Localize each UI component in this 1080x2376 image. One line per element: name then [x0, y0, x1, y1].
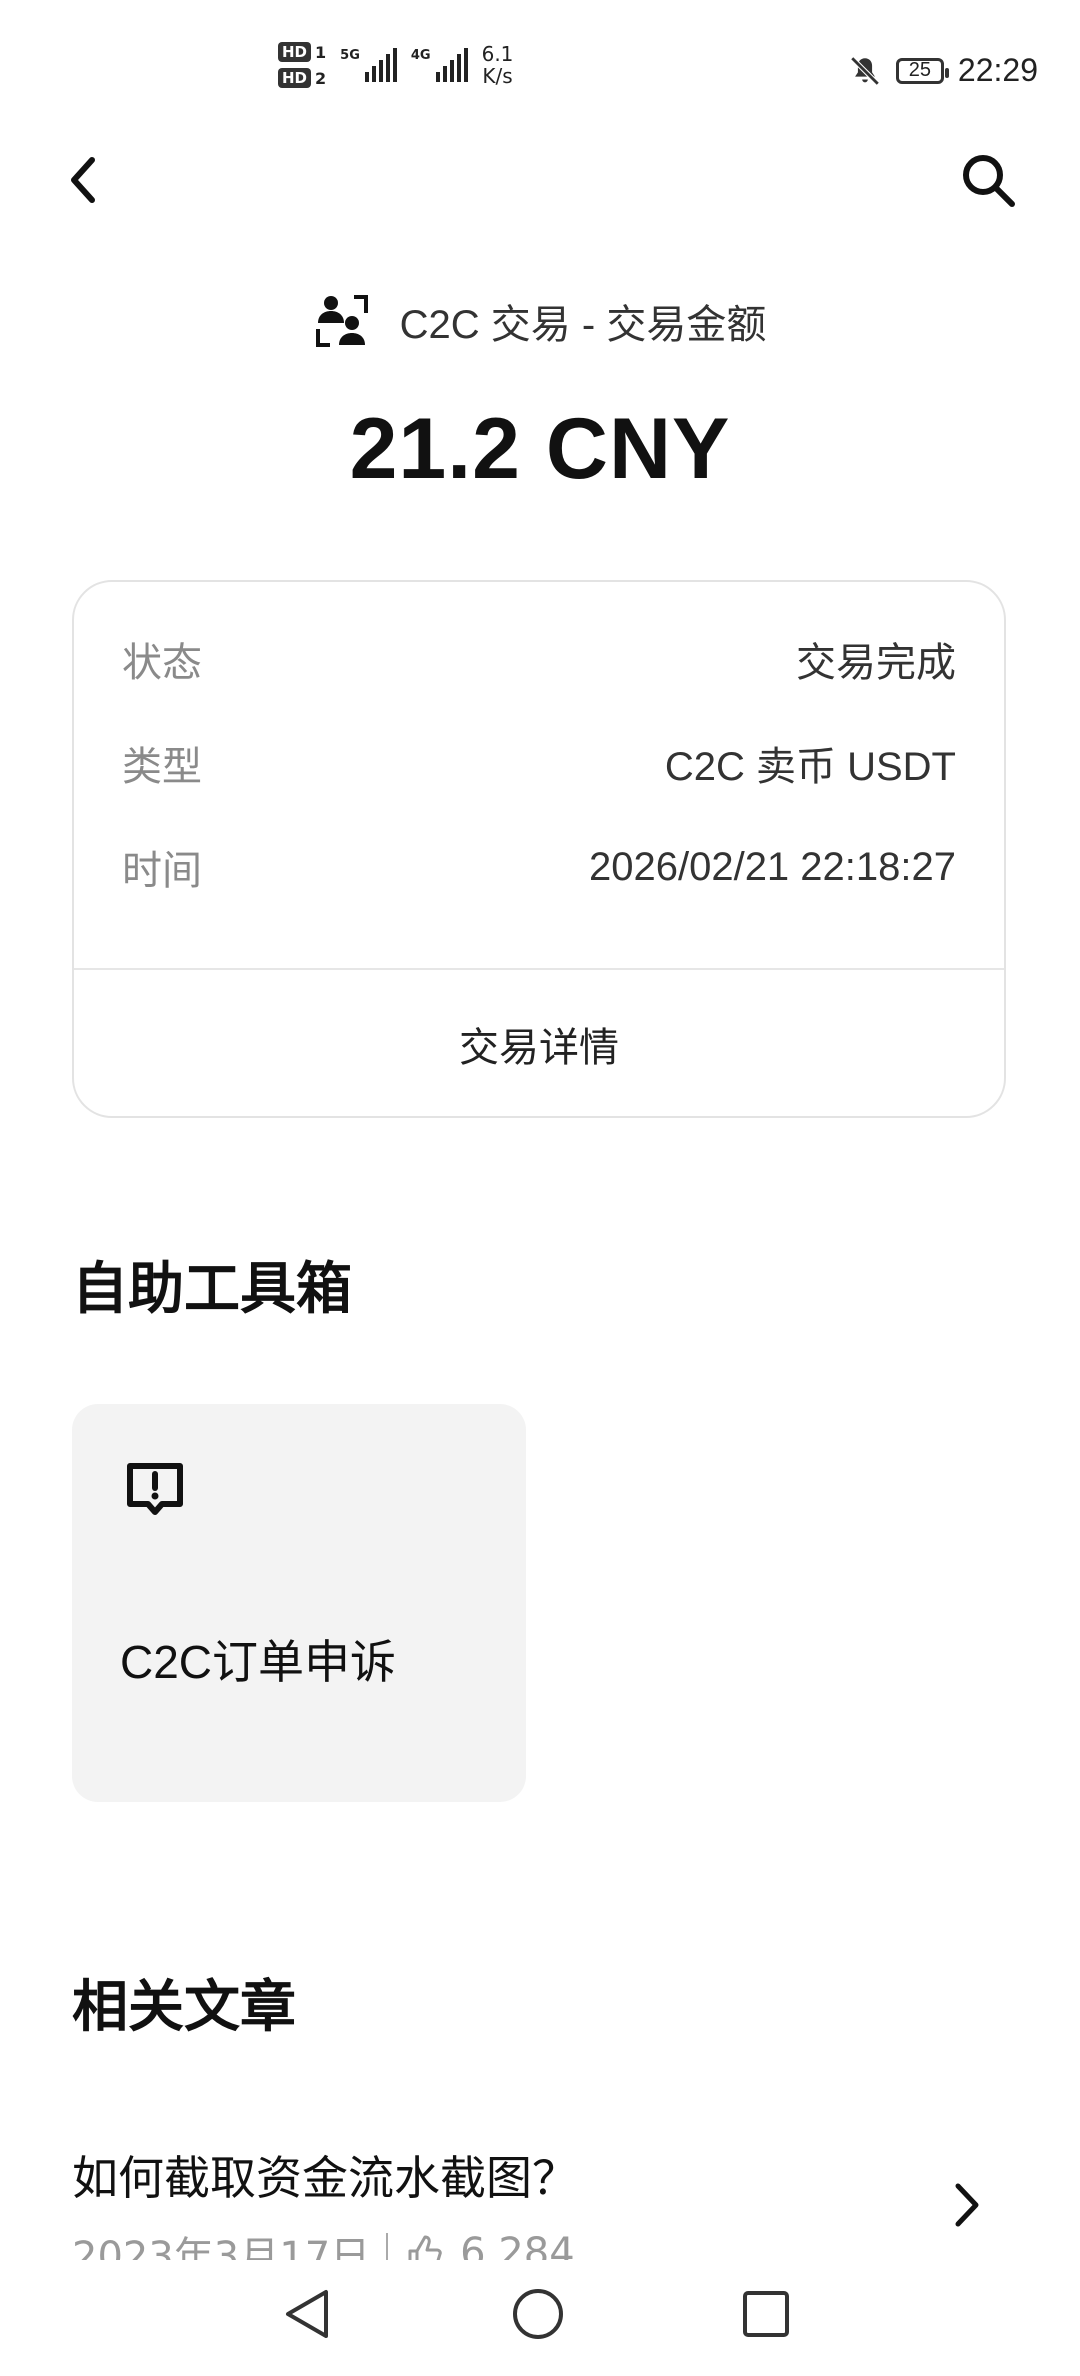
sim-indicators: HD 1 HD 2: [278, 42, 326, 88]
articles-title: 相关文章: [72, 1975, 296, 2040]
thumbs-up-icon: [408, 2235, 442, 2260]
info-value: 交易完成: [796, 641, 956, 685]
info-value: C2C 卖币 USDT: [664, 745, 956, 789]
chevron-right-icon: [955, 2183, 979, 2227]
transaction-amount: 21.2 CNY: [349, 401, 731, 497]
sim1-indicator: HD 1: [278, 42, 326, 62]
signal-icon: 4G: [411, 48, 468, 82]
article-meta: 2023年3月17日 6,284: [72, 2224, 575, 2260]
c2c-appeal-tool[interactable]: C2C订单申诉: [72, 1404, 526, 1802]
search-button[interactable]: [958, 150, 1018, 210]
signal-icon: 5G: [340, 48, 397, 82]
bell-muted-icon: [850, 55, 880, 86]
tool-label: C2C订单申诉: [120, 1636, 397, 1688]
article-date: 2023年3月17日: [72, 2234, 371, 2260]
sim2-number: 2: [315, 68, 327, 88]
signal2-label: 4G: [410, 48, 431, 63]
system-navigation-bar: [0, 2260, 1080, 2376]
header-title: C2C 交易 - 交易金额: [399, 303, 767, 347]
info-label: 类型: [122, 744, 202, 790]
info-row-time: 时间 2026/02/21 22:18:27: [122, 838, 956, 896]
search-icon: [963, 155, 1015, 207]
transaction-details-link[interactable]: 交易详情: [74, 970, 1004, 1118]
c2c-users-icon: [315, 295, 368, 347]
signal1-label: 5G: [340, 48, 360, 63]
battery-level: 25: [908, 59, 932, 81]
transaction-info-card: 状态 交易完成 类型 C2C 卖币 USDT 时间 2026/02/21 22:…: [72, 580, 1006, 1118]
info-label: 状态: [122, 640, 202, 686]
net-speed: 6.1 K/s: [482, 43, 514, 87]
status-bar-left: HD 1 HD 2 5G 4G 6.1 K/s: [278, 42, 513, 88]
article-likes: 6,284: [460, 2230, 575, 2260]
net-speed-value: 6.1: [481, 42, 514, 66]
chevron-left-icon: [71, 157, 95, 203]
hd-icon: HD: [278, 42, 312, 62]
status-bar: HD 1 HD 2 5G 4G 6.1 K/s 25 22:29: [0, 0, 1080, 140]
info-row-type: 类型 C2C 卖币 USDT: [122, 734, 956, 792]
toolbox-title: 自助工具箱: [72, 1257, 352, 1322]
status-bar-right: 25 22:29: [848, 52, 1038, 89]
circle-home-icon[interactable]: [510, 2286, 566, 2342]
info-row-status: 状态 交易完成: [122, 630, 956, 688]
info-label: 时间: [122, 848, 202, 894]
square-recents-icon[interactable]: [740, 2286, 792, 2342]
article-title: 如何截取资金流水截图？: [72, 2151, 578, 2205]
article-item[interactable]: 如何截取资金流水截图？ 2023年3月17日 6,284: [0, 2120, 1080, 2260]
battery-icon: 25: [895, 57, 949, 84]
back-button[interactable]: [62, 152, 106, 208]
triangle-back-icon[interactable]: [282, 2286, 332, 2342]
status-time: 22:29: [957, 52, 1038, 88]
sim1-number: 1: [315, 42, 327, 62]
net-speed-unit: K/s: [482, 64, 513, 88]
appeal-alert-icon: [127, 1463, 183, 1515]
info-value: 2026/02/21 22:18:27: [588, 844, 956, 889]
meta-divider: [386, 2233, 389, 2260]
sim2-indicator: HD 2: [278, 68, 326, 88]
transaction-header: C2C 交易 - 交易金额: [0, 292, 1080, 350]
hd-icon: HD: [278, 68, 312, 88]
